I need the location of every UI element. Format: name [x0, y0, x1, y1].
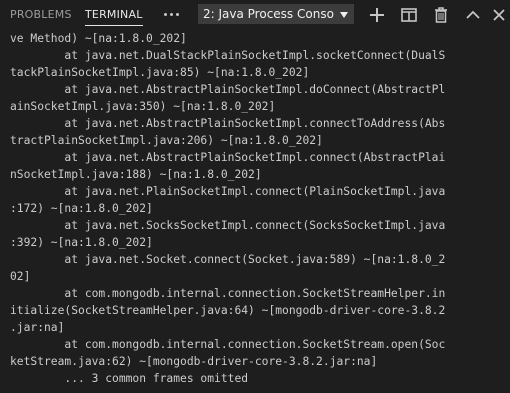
output-line: at com.mongodb.internal.connection.Socke…	[10, 287, 446, 300]
output-line: :172) ~[na:1.8.0_202]	[10, 202, 153, 215]
output-line: at java.net.AbstractPlainSocketImpl.conn…	[10, 117, 446, 130]
output-line: nSocketImpl.java:188) ~[na:1.8.0_202]	[10, 168, 262, 181]
chevron-down-icon	[339, 8, 349, 20]
output-line: 02]	[10, 270, 31, 283]
terminal-select-value: 2: Java Process Consol	[203, 7, 335, 21]
output-line: at java.net.Socket.connect(Socket.java:5…	[10, 253, 446, 266]
terminal-panel: PROBLEMS TERMINAL 2: Java Process Consol	[0, 0, 510, 393]
tab-terminal[interactable]: TERMINAL	[85, 0, 143, 30]
output-line: ve Method) ~[na:1.8.0_202]	[10, 32, 187, 45]
output-line: at java.net.AbstractPlainSocketImpl.doCo…	[10, 83, 446, 96]
output-line: .jar:na]	[10, 321, 65, 334]
output-line: at com.mongodb.internal.connection.Socke…	[10, 338, 446, 351]
plus-icon[interactable]	[366, 4, 388, 26]
output-line: itialize(SocketStreamHelper.java:64) ~[m…	[10, 304, 446, 317]
output-line: tackPlainSocketImpl.java:85) ~[na:1.8.0_…	[10, 66, 310, 79]
output-line: ketStream.java:62) ~[mongodb-driver-core…	[10, 355, 378, 368]
output-line: :392) ~[na:1.8.0_202]	[10, 236, 153, 249]
terminal-select[interactable]: 2: Java Process Consol	[198, 4, 354, 24]
active-tab-indicator	[85, 25, 143, 26]
output-line: at java.net.PlainSocketImpl.connect(Plai…	[10, 185, 446, 198]
ellipsis-icon[interactable]	[161, 4, 181, 24]
split-panel-icon[interactable]	[398, 4, 420, 26]
output-line: at java.net.DualStackPlainSocketImpl.soc…	[10, 49, 446, 62]
output-line: at java.net.AbstractPlainSocketImpl.conn…	[10, 151, 446, 164]
trash-icon[interactable]	[430, 4, 452, 26]
output-line: ... 3 common frames omitted	[10, 372, 249, 385]
output-line: at java.net.SocksSocketImpl.connect(Sock…	[10, 219, 446, 232]
tab-problems[interactable]: PROBLEMS	[10, 0, 72, 30]
output-line: ainSocketImpl.java:350) ~[na:1.8.0_202]	[10, 100, 276, 113]
panel-header: PROBLEMS TERMINAL 2: Java Process Consol	[0, 0, 510, 30]
close-icon[interactable]	[488, 4, 510, 26]
terminal-output[interactable]: ve Method) ~[na:1.8.0_202] at java.net.D…	[10, 30, 505, 393]
tab-terminal-label: TERMINAL	[85, 8, 143, 21]
output-line: tractPlainSocketImpl.java:206) ~[na:1.8.…	[10, 134, 323, 147]
chevron-up-icon[interactable]	[462, 4, 484, 26]
